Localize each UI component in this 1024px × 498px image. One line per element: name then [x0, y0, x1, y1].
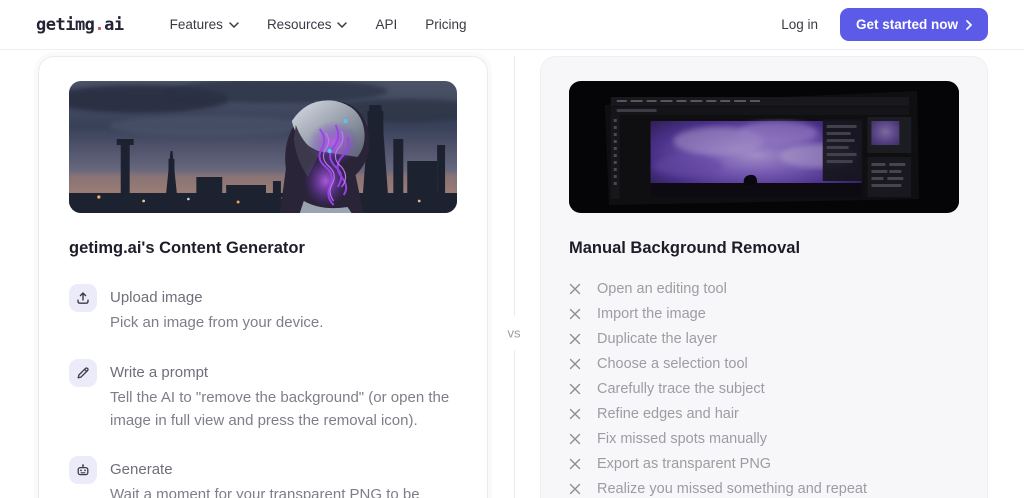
logo-dot: . — [94, 14, 105, 35]
pencil-icon — [69, 358, 97, 387]
list-item-label: Realize you missed something and repeat — [597, 480, 868, 497]
get-started-label: Get started now — [855, 17, 958, 32]
getimg-logo[interactable]: getimg.ai — [36, 15, 124, 35]
step-title: Write a prompt — [110, 363, 209, 381]
content-generator-image — [69, 81, 457, 213]
logo-text-suffix: ai — [104, 14, 124, 35]
manual-removal-image — [569, 81, 959, 213]
list-item-label: Open an editing tool — [597, 280, 727, 297]
login-link[interactable]: Log in — [781, 17, 818, 32]
list-item-label: Fix missed spots manually — [597, 430, 768, 447]
list-item: Refine edges and hair — [569, 401, 959, 426]
right-card-title: Manual Background Removal — [569, 239, 801, 257]
x-icon — [569, 333, 581, 344]
nav-label: API — [375, 17, 398, 32]
chevron-down-icon — [229, 21, 239, 28]
step-upload-image: Upload image Pick an image from your dev… — [69, 284, 457, 335]
nav-label: Resources — [266, 17, 332, 32]
x-icon — [569, 408, 581, 419]
x-icon — [569, 483, 581, 494]
step-title: Upload image — [110, 289, 203, 306]
chevron-down-icon — [337, 21, 348, 28]
vs-label: vs — [505, 315, 523, 351]
nav-item-resources[interactable]: Resources — [267, 17, 348, 32]
list-item-label: Choose a selection tool — [597, 355, 748, 372]
list-item-label: Refine edges and hair — [597, 405, 739, 422]
list-item-label: Import the image — [597, 305, 706, 322]
top-navigation-bar: getimg.ai Features Resources API Pricing… — [0, 0, 1024, 50]
list-item-label: Duplicate the layer — [597, 330, 718, 347]
step-write-prompt: Write a prompt Tell the AI to "remove th… — [69, 358, 457, 433]
nav-label: Pricing — [425, 17, 467, 32]
list-item: Export as transparent PNG — [569, 451, 959, 476]
list-item: Realize you missed something and repeat — [569, 476, 959, 498]
step-title: Generate — [110, 461, 173, 479]
x-icon — [569, 358, 581, 369]
header-actions: Log in Get started now — [781, 8, 988, 41]
upload-icon — [69, 284, 97, 312]
x-icon — [569, 458, 581, 469]
step-description: Tell the AI to "remove the background" (… — [110, 388, 450, 429]
list-item-label: Carefully trace the subject — [597, 380, 765, 397]
nav-item-pricing[interactable]: Pricing — [425, 17, 466, 32]
x-icon — [569, 433, 581, 444]
nav-item-features[interactable]: Features — [170, 17, 239, 32]
steps-list: Upload image Pick an image from your dev… — [69, 284, 457, 498]
left-card-title: getimg.ai's Content Generator — [69, 239, 305, 257]
list-item-label: Export as transparent PNG — [597, 455, 772, 472]
main-nav: Features Resources API Pricing — [170, 17, 467, 32]
list-item: Choose a selection tool — [569, 351, 959, 376]
step-description: Pick an image from your device. — [110, 314, 324, 331]
x-icon — [569, 283, 581, 294]
list-item: Duplicate the layer — [569, 326, 959, 351]
nav-label: Features — [169, 17, 223, 32]
step-generate: Generate Wait a moment for your transpar… — [69, 456, 457, 498]
list-item: Fix missed spots manually — [569, 426, 959, 451]
x-icon — [569, 383, 581, 394]
x-icon — [569, 308, 581, 319]
get-started-button[interactable]: Get started now — [839, 8, 988, 41]
list-item: Import the image — [569, 301, 959, 326]
step-description: Wait a moment for your transparent PNG t… — [110, 486, 420, 498]
vertical-divider — [514, 56, 515, 498]
content-generator-card: getimg.ai's Content Generator Upload ima… — [38, 56, 488, 498]
manual-steps-list: Open an editing tool Import the image Du… — [569, 276, 959, 498]
comparison-section: getimg.ai's Content Generator Upload ima… — [0, 50, 1024, 498]
manual-removal-card: Manual Background Removal Open an editin… — [540, 56, 988, 498]
nav-item-api[interactable]: API — [375, 17, 397, 32]
list-item: Open an editing tool — [569, 276, 959, 301]
robot-icon — [69, 456, 97, 485]
logo-text: getimg — [36, 14, 95, 35]
list-item: Carefully trace the subject — [569, 376, 959, 401]
chevron-right-icon — [966, 19, 972, 30]
